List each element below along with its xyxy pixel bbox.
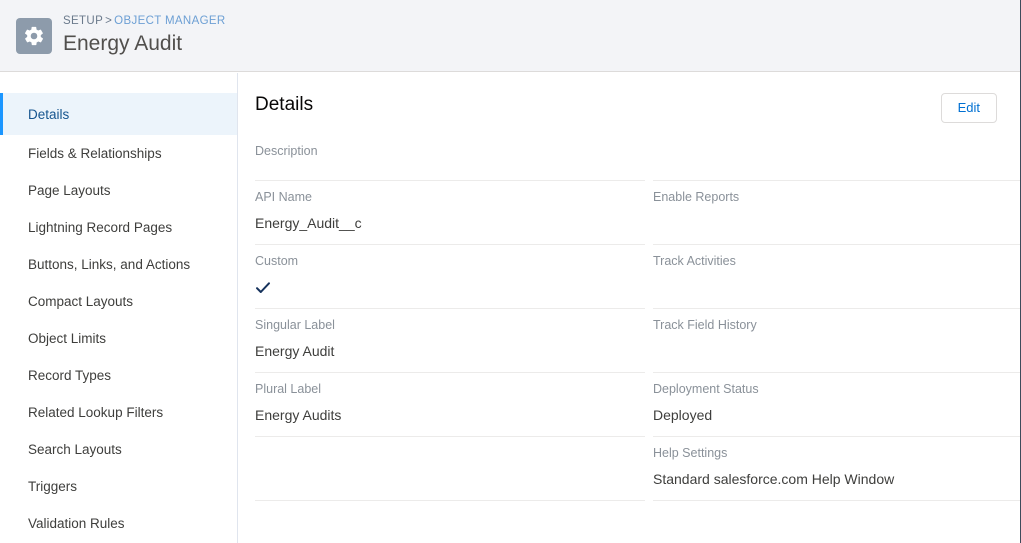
sidebar-item-label: Details bbox=[28, 106, 70, 122]
checkmark-icon bbox=[255, 280, 271, 296]
field-singular-label: Singular Label Energy Audit bbox=[255, 309, 645, 373]
field-label: Singular Label bbox=[255, 318, 335, 332]
field-value bbox=[255, 276, 645, 302]
details-left-column: Description API Name Energy_Audit__c Cus… bbox=[255, 135, 645, 501]
sidebar-item-triggers[interactable]: Triggers bbox=[0, 468, 237, 505]
field-label: Deployment Status bbox=[653, 382, 759, 396]
page-header: SETUP > OBJECT MANAGER Energy Audit bbox=[0, 0, 1020, 72]
field-value bbox=[653, 276, 1020, 298]
field-right-spacer-top bbox=[653, 135, 1020, 181]
field-enable-reports: Enable Reports bbox=[653, 181, 1020, 245]
sidebar-item-label: Related Lookup Filters bbox=[28, 405, 164, 420]
sidebar-item-label: Lightning Record Pages bbox=[28, 220, 173, 235]
field-track-field-history: Track Field History bbox=[653, 309, 1020, 373]
field-label: Description bbox=[255, 144, 318, 158]
field-value: Energy Audit bbox=[255, 343, 335, 359]
breadcrumb: SETUP > OBJECT MANAGER bbox=[63, 14, 226, 28]
object-nav-sidebar[interactable]: Details Fields & Relationships Page Layo… bbox=[0, 73, 238, 543]
header-text-block: SETUP > OBJECT MANAGER Energy Audit bbox=[63, 14, 226, 57]
field-value bbox=[255, 450, 645, 472]
field-value: Energy Audits bbox=[255, 407, 342, 423]
sidebar-item-validation-rules[interactable]: Validation Rules bbox=[0, 505, 237, 542]
field-deployment-status: Deployment Status Deployed bbox=[653, 373, 1020, 437]
sidebar-item-label: Compact Layouts bbox=[28, 294, 134, 309]
sidebar-item-label: Triggers bbox=[28, 479, 78, 494]
sidebar-item-related-lookup-filters[interactable]: Related Lookup Filters bbox=[0, 394, 237, 431]
sidebar-item-label: Record Types bbox=[28, 368, 112, 383]
breadcrumb-object-manager-link[interactable]: OBJECT MANAGER bbox=[114, 15, 225, 27]
sidebar-item-label: Search Layouts bbox=[28, 442, 122, 457]
sidebar-item-label: Fields & Relationships bbox=[28, 146, 162, 161]
field-plural-label: Plural Label Energy Audits bbox=[255, 373, 645, 437]
sidebar-item-label: Object Limits bbox=[28, 331, 107, 346]
edit-button[interactable]: Edit bbox=[940, 93, 997, 123]
sidebar-item-details[interactable]: Details bbox=[0, 93, 237, 135]
sidebar-item-object-limits[interactable]: Object Limits bbox=[0, 320, 237, 357]
sidebar-item-compact-layouts[interactable]: Compact Layouts bbox=[0, 283, 237, 320]
details-field-grid: Description API Name Energy_Audit__c Cus… bbox=[239, 135, 1020, 501]
setup-object-manager-page: SETUP > OBJECT MANAGER Energy Audit Detail… bbox=[0, 0, 1021, 543]
sidebar-item-label: Buttons, Links, and Actions bbox=[28, 257, 191, 272]
field-custom: Custom bbox=[255, 245, 645, 309]
breadcrumb-setup[interactable]: SETUP bbox=[63, 15, 103, 27]
field-value: Energy_Audit__c bbox=[255, 215, 362, 231]
field-label: Enable Reports bbox=[653, 190, 740, 204]
gear-icon bbox=[23, 25, 45, 47]
field-value: Deployed bbox=[653, 407, 713, 423]
field-help-settings: Help Settings Standard salesforce.com He… bbox=[653, 437, 1020, 501]
field-api-name: API Name Energy_Audit__c bbox=[255, 181, 645, 245]
field-label: Track Field History bbox=[653, 318, 757, 332]
details-panel: Details Edit Description API Name Energy… bbox=[239, 73, 1020, 543]
field-description: Description bbox=[255, 135, 645, 181]
field-empty-slot bbox=[255, 437, 645, 501]
field-value bbox=[653, 340, 1020, 362]
field-label: Help Settings bbox=[653, 446, 728, 460]
sidebar-item-fields-and-relationships[interactable]: Fields & Relationships bbox=[0, 135, 237, 172]
setup-gear-badge bbox=[16, 17, 52, 54]
field-value bbox=[653, 212, 1020, 234]
sidebar-item-label: Validation Rules bbox=[28, 516, 125, 531]
panel-title: Details bbox=[255, 94, 314, 115]
breadcrumb-separator: > bbox=[105, 15, 113, 27]
sidebar-item-record-types[interactable]: Record Types bbox=[0, 357, 237, 394]
sidebar-item-label: Page Layouts bbox=[28, 183, 111, 198]
field-label: Plural Label bbox=[255, 382, 322, 396]
sidebar-item-search-layouts[interactable]: Search Layouts bbox=[0, 431, 237, 468]
field-label: Track Activities bbox=[653, 254, 736, 268]
sidebar-item-buttons-links-and-actions[interactable]: Buttons, Links, and Actions bbox=[0, 246, 237, 283]
sidebar-item-lightning-record-pages[interactable]: Lightning Record Pages bbox=[0, 209, 237, 246]
sidebar-item-page-layouts[interactable]: Page Layouts bbox=[0, 172, 237, 209]
field-value: Standard salesforce.com Help Window bbox=[653, 471, 895, 487]
field-label: Custom bbox=[255, 254, 299, 268]
field-track-activities: Track Activities bbox=[653, 245, 1020, 309]
page-title: Energy Audit bbox=[63, 32, 183, 55]
field-label: API Name bbox=[255, 190, 312, 204]
details-panel-header: Details Edit bbox=[239, 73, 1020, 135]
details-right-column: Enable Reports Track Activities Track Fi… bbox=[653, 135, 1020, 501]
